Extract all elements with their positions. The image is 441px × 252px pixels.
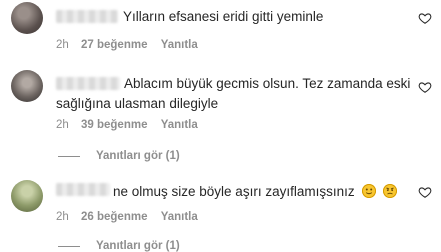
comment-text: Yılların efsanesi eridi gitti yeminle (123, 9, 324, 24)
avatar[interactable] (11, 70, 43, 102)
like-heart-icon[interactable] (418, 185, 432, 199)
comment-meta: 2h 27 beğenme Yanıtla (56, 39, 198, 51)
likes-count[interactable]: 26 beğenme (81, 211, 147, 223)
slightly-smiling-face-icon (362, 184, 377, 198)
view-replies-label: Yanıtları gör (1) (96, 240, 180, 252)
like-heart-icon[interactable] (418, 80, 432, 94)
comment-text-body: ne olmuş size böyle aşırı zayıflamışsını… (113, 184, 355, 199)
username-blurred[interactable] (56, 183, 110, 196)
reply-button[interactable]: Yanıtla (161, 119, 198, 131)
view-replies-label: Yanıtları gör (1) (96, 150, 180, 162)
confused-face-icon (383, 184, 398, 198)
username-blurred[interactable] (56, 77, 120, 90)
view-replies-button[interactable]: Yanıtları gör (1) (58, 240, 180, 252)
like-heart-icon[interactable] (418, 11, 432, 25)
reply-button[interactable]: Yanıtla (161, 211, 198, 223)
comment-text-line2: sağlığına ulasman dilegiyle (56, 96, 219, 111)
view-replies-button[interactable]: Yanıtları gör (1) (58, 150, 180, 162)
comment-time: 2h (56, 211, 69, 223)
username-blurred[interactable] (56, 10, 118, 23)
comment-meta: 2h 26 beğenme Yanıtla (56, 211, 198, 223)
comment-time: 2h (56, 39, 69, 51)
avatar[interactable] (11, 2, 43, 34)
comment-meta: 2h 39 beğenme Yanıtla (56, 119, 198, 131)
view-replies-line (58, 245, 80, 247)
comment-text: ne olmuş size böyle aşırı zayıflamışsını… (113, 182, 398, 201)
likes-count[interactable]: 27 beğenme (81, 39, 147, 51)
comment-text-line1: Ablacım büyük gecmis olsun. Tez zamanda … (124, 76, 411, 91)
comment-time: 2h (56, 119, 69, 131)
likes-count[interactable]: 39 beğenme (81, 119, 147, 131)
avatar[interactable] (11, 180, 43, 212)
view-replies-line (58, 155, 80, 157)
reply-button[interactable]: Yanıtla (161, 39, 198, 51)
